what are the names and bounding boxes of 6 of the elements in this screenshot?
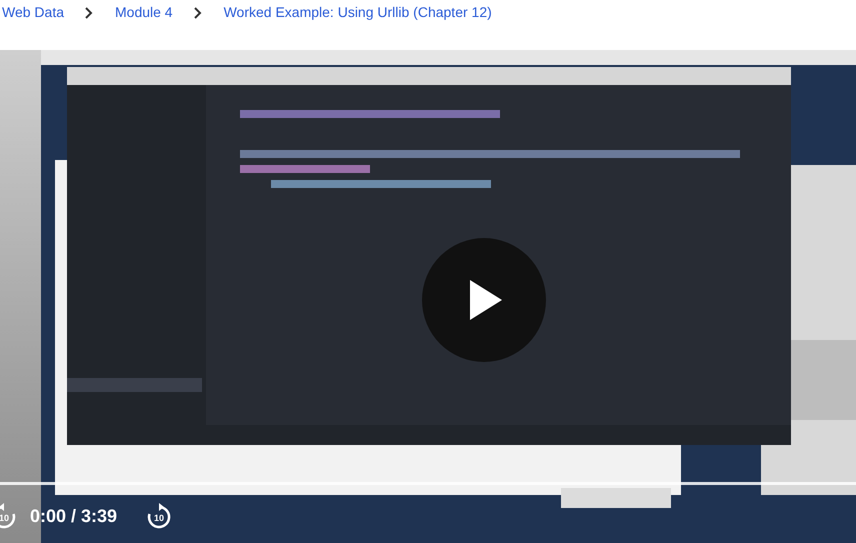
- video-time: 0:00 / 3:39: [30, 506, 118, 527]
- breadcrumb-link[interactable]: Web Data: [2, 4, 64, 20]
- breadcrumb-link[interactable]: Module 4: [115, 4, 173, 20]
- chevron-icon: [192, 7, 202, 19]
- chevron-icon: [84, 7, 93, 19]
- breadcrumb-link[interactable]: Worked Example: Using Urllib (Chapter 12): [224, 4, 492, 20]
